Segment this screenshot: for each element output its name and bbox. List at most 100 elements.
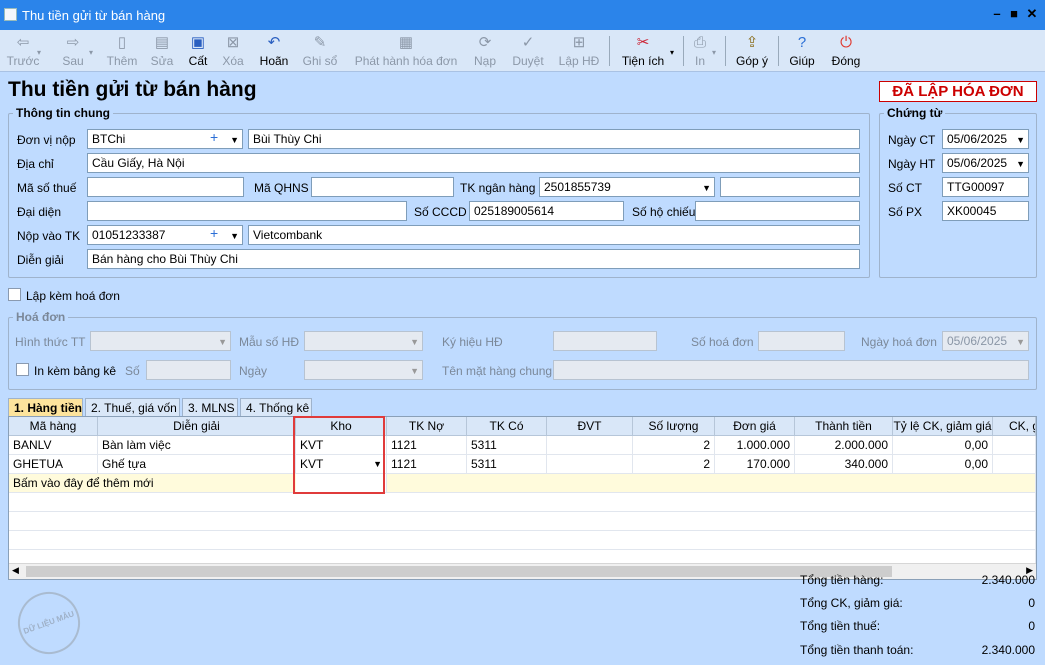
attach-invoice-checkbox[interactable] bbox=[8, 288, 21, 301]
create-hd-button[interactable]: ⊞ Lập HĐ bbox=[556, 32, 602, 70]
col-header-tk-co[interactable]: TK Có bbox=[467, 417, 547, 436]
col-header-dien-giai[interactable]: Diễn giải bbox=[98, 417, 296, 436]
table-cell[interactable]: 2 bbox=[633, 436, 715, 455]
plus-icon[interactable]: + bbox=[210, 130, 218, 144]
highlight-box bbox=[293, 416, 385, 494]
add-row-hint[interactable]: Bấm vào đây để thêm mới bbox=[9, 474, 296, 493]
add-button[interactable]: ▯ Thêm bbox=[104, 32, 140, 70]
tab-hang-tien[interactable]: 1. Hàng tiền bbox=[8, 398, 83, 417]
approve-button[interactable]: ✓ Duyệt bbox=[508, 32, 548, 70]
next-button[interactable]: ⇨ Sau bbox=[56, 32, 90, 70]
table-cell[interactable]: 2 bbox=[633, 455, 715, 474]
col-header-ma-hang[interactable]: Mã hàng bbox=[9, 417, 98, 436]
ten-mat-hang-chung-input[interactable] bbox=[553, 360, 1029, 380]
feedback-button[interactable]: ⇪ Góp ý bbox=[732, 32, 772, 70]
maximize-button[interactable]: ■ bbox=[1007, 7, 1021, 21]
mau-so-hd-select[interactable]: ▼ bbox=[304, 331, 423, 351]
dai-dien-input[interactable] bbox=[87, 201, 407, 221]
tab-thong-ke[interactable]: 4. Thống kê bbox=[240, 398, 312, 416]
table-cell[interactable]: 1.000.000 bbox=[715, 436, 795, 455]
so-px-input[interactable]: XK00045 bbox=[942, 201, 1029, 221]
table-cell[interactable] bbox=[547, 455, 633, 474]
chevron-down-icon[interactable]: ▾ bbox=[37, 48, 41, 57]
help-button[interactable]: ? Giúp bbox=[786, 32, 818, 70]
save-button[interactable]: ▣ Cất bbox=[184, 32, 212, 70]
ngay-hoa-don-date[interactable]: 05/06/2025 ▼ bbox=[942, 331, 1029, 351]
load-button[interactable]: ⟳ Nạp bbox=[470, 32, 500, 70]
chevron-down-icon[interactable]: ▾ bbox=[712, 48, 716, 57]
tk-ngan-hang-select[interactable]: 2501855739 ▼ bbox=[539, 177, 715, 197]
delete-button[interactable]: ⊠ Xóa bbox=[218, 32, 248, 70]
chevron-down-icon[interactable]: ▼ bbox=[702, 181, 711, 195]
table-cell[interactable]: 5311 bbox=[467, 436, 547, 455]
prev-button[interactable]: ⇦ Trước bbox=[6, 32, 40, 70]
tk-ngan-hang-extra-input[interactable] bbox=[720, 177, 860, 197]
col-header-tk-no[interactable]: TK Nợ bbox=[387, 417, 467, 436]
col-header-don-gia[interactable]: Đơn giá bbox=[715, 417, 795, 436]
chevron-down-icon[interactable]: ▾ bbox=[670, 48, 674, 57]
arrow-left-icon: ⇦ bbox=[16, 34, 30, 51]
table-cell[interactable]: 5311 bbox=[467, 455, 547, 474]
so-cccd-input[interactable]: 025189005614 bbox=[469, 201, 624, 221]
table-cell[interactable]: 340.000 bbox=[795, 455, 893, 474]
table-cell[interactable]: BANLV bbox=[9, 436, 98, 455]
table-cell[interactable] bbox=[547, 436, 633, 455]
chevron-down-icon[interactable]: ▼ bbox=[230, 133, 239, 147]
chevron-down-icon[interactable]: ▼ bbox=[1016, 133, 1025, 147]
chevron-down-icon[interactable]: ▾ bbox=[89, 48, 93, 57]
col-header-thanh-tien[interactable]: Thành tiền bbox=[795, 417, 893, 436]
scroll-left-icon[interactable]: ◀ bbox=[12, 565, 19, 576]
post-button[interactable]: ✎ Ghi sổ bbox=[300, 32, 340, 70]
don-vi-nop-name-input[interactable]: Bùi Thùy Chi bbox=[248, 129, 860, 149]
ngay-ct-date[interactable]: 05/06/2025 ▼ bbox=[942, 129, 1029, 149]
tab-mlns[interactable]: 3. MLNS bbox=[182, 398, 238, 416]
in-kem-bang-ke-checkbox[interactable] bbox=[16, 363, 29, 376]
dien-giai-input[interactable]: Bán hàng cho Bùi Thùy Chi bbox=[87, 249, 860, 269]
table-cell[interactable]: GHETUA bbox=[9, 455, 98, 474]
issue-invoice-button[interactable]: ▦ Phát hành hóa đơn bbox=[352, 32, 460, 70]
ky-hieu-hd-input[interactable] bbox=[553, 331, 657, 351]
so-hoa-don-input[interactable] bbox=[758, 331, 845, 351]
print-button[interactable]: ⎙ In bbox=[688, 32, 712, 70]
table-cell[interactable]: 170.000 bbox=[715, 455, 795, 474]
chevron-down-icon[interactable]: ▼ bbox=[230, 229, 239, 243]
minimize-button[interactable]: – bbox=[990, 7, 1004, 21]
edit-button[interactable]: ▤ Sửa bbox=[148, 32, 176, 70]
col-header-so-luong[interactable]: Số lượng bbox=[633, 417, 715, 436]
undo-button[interactable]: ↶ Hoãn bbox=[256, 32, 292, 70]
tab-thue-gia-von[interactable]: 2. Thuế, giá vốn bbox=[85, 398, 180, 416]
utilities-button[interactable]: ✂ Tiện ích bbox=[618, 32, 668, 70]
plus-icon[interactable]: + bbox=[210, 226, 218, 240]
close-window-button[interactable]: ✕ bbox=[1025, 7, 1039, 21]
scrollbar-thumb[interactable] bbox=[26, 566, 892, 577]
so-ct-input[interactable]: TTG00097 bbox=[942, 177, 1029, 197]
ngay-ht-date[interactable]: 05/06/2025 ▼ bbox=[942, 153, 1029, 173]
col-header-ck[interactable]: CK, g bbox=[993, 417, 1036, 436]
ma-qhns-input[interactable] bbox=[311, 177, 454, 197]
table-cell[interactable] bbox=[993, 455, 1036, 474]
table-cell[interactable]: Ghế tựa bbox=[98, 455, 296, 474]
hinh-thuc-tt-select[interactable]: ▼ bbox=[90, 331, 231, 351]
close-button[interactable]: ⏻ Đóng bbox=[828, 32, 864, 70]
so-input[interactable] bbox=[146, 360, 231, 380]
table-cell[interactable]: 2.000.000 bbox=[795, 436, 893, 455]
table-cell[interactable]: 0,00 bbox=[893, 436, 993, 455]
ma-so-thue-input[interactable] bbox=[87, 177, 244, 197]
detail-grid: Mã hàng Diễn giải Kho TK Nợ TK Có ĐVT Số… bbox=[8, 416, 1037, 580]
nop-vao-tk-bank-input[interactable]: Vietcombank bbox=[248, 225, 860, 245]
col-header-ty-le-ck[interactable]: Tỷ lệ CK, giảm giá bbox=[893, 417, 993, 436]
nop-vao-tk-input[interactable]: 01051233387 + ▼ bbox=[87, 225, 243, 245]
delete-document-icon: ⊠ bbox=[226, 34, 240, 51]
table-cell[interactable]: Bàn làm việc bbox=[98, 436, 296, 455]
so-ho-chieu-input[interactable] bbox=[695, 201, 860, 221]
chevron-down-icon[interactable]: ▼ bbox=[1016, 157, 1025, 171]
table-cell[interactable] bbox=[387, 474, 1036, 493]
dia-chi-input[interactable]: Cầu Giấy, Hà Nội bbox=[87, 153, 860, 173]
col-header-dvt[interactable]: ĐVT bbox=[547, 417, 633, 436]
don-vi-nop-input[interactable]: BTChi + ▼ bbox=[87, 129, 243, 149]
table-cell[interactable]: 1121 bbox=[387, 455, 467, 474]
table-cell[interactable] bbox=[993, 436, 1036, 455]
table-cell[interactable]: 0,00 bbox=[893, 455, 993, 474]
ngay-select[interactable]: ▼ bbox=[304, 360, 423, 380]
table-cell[interactable]: 1121 bbox=[387, 436, 467, 455]
